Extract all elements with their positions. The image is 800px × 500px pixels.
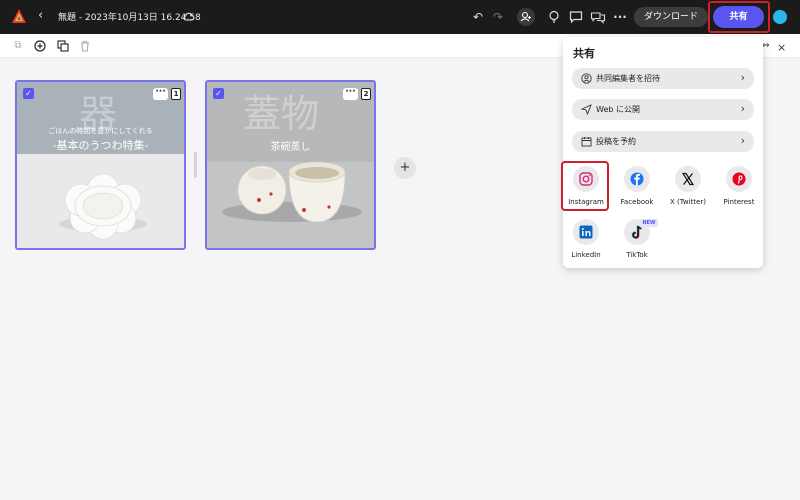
- flower-plate-image: [17, 154, 184, 248]
- lightbulb-icon[interactable]: [546, 9, 562, 25]
- page-2-number: 2: [361, 88, 371, 100]
- chevron-right-icon: ›: [740, 134, 745, 147]
- x-twitter-button[interactable]: X (Twitter): [663, 166, 711, 214]
- invite-person-icon: [520, 11, 531, 22]
- calendar-icon: [581, 137, 592, 147]
- page-1-number: 1: [171, 88, 181, 100]
- invite-collaborators-row[interactable]: 共同編集者を招待 ›: [572, 68, 754, 89]
- share-panel-title: 共有: [573, 47, 595, 60]
- facebook-button[interactable]: Facebook: [612, 166, 660, 214]
- back-chevron-icon[interactable]: ‹: [38, 8, 43, 24]
- invite-person-button[interactable]: [517, 8, 535, 26]
- page-thumbnail-2[interactable]: 蓋物 茶碗蒸し ✓ ··· 2: [205, 80, 376, 250]
- schedule-post-label: 投稿を予約: [596, 137, 636, 146]
- collaborate-icon[interactable]: [590, 9, 606, 25]
- comment-icon[interactable]: [568, 9, 584, 25]
- x-twitter-icon: [675, 166, 701, 192]
- redo-icon[interactable]: ↷: [490, 9, 506, 25]
- linkedin-button[interactable]: LinkedIn: [561, 219, 609, 267]
- publish-web-label: Web に公開: [596, 105, 640, 114]
- pinterest-icon: [726, 166, 752, 192]
- instagram-highlight: [561, 161, 609, 211]
- panel-nav-icon[interactable]: ⇔: [762, 41, 770, 51]
- invite-collaborators-label: 共同編集者を招待: [596, 74, 660, 83]
- download-button[interactable]: ダウンロード: [634, 7, 708, 27]
- share-button-highlight: [708, 1, 770, 33]
- document-title[interactable]: 無題 - 2023年10月13日 16.24.58: [58, 10, 201, 23]
- page-1-more-icon[interactable]: ···: [153, 88, 168, 100]
- cloud-sync-icon[interactable]: [182, 10, 195, 23]
- adobe-express-logo-icon[interactable]: [11, 8, 27, 24]
- page-1-heading: -基本のうつわ特集-: [52, 139, 149, 152]
- linkedin-icon: [573, 219, 599, 245]
- chevron-right-icon: ›: [740, 102, 745, 115]
- tiktok-label: TikTok: [626, 251, 648, 259]
- page-2-more-icon[interactable]: ···: [343, 88, 358, 100]
- pinterest-button[interactable]: Pinterest: [714, 166, 762, 214]
- chevron-right-icon: ›: [740, 71, 745, 84]
- publish-web-row[interactable]: Web に公開 ›: [572, 99, 754, 120]
- schedule-post-row[interactable]: 投稿を予約 ›: [572, 131, 754, 152]
- copy-page-icon[interactable]: [57, 40, 69, 52]
- add-page-button[interactable]: +: [394, 157, 416, 179]
- page-1-subtitle: ごはんの時間を豊かにしてくれる: [48, 127, 153, 135]
- invite-icon: [581, 73, 592, 84]
- page-2-checkbox[interactable]: ✓: [213, 88, 224, 99]
- new-badge: NEW: [640, 219, 658, 227]
- page-2-heading: 茶碗蒸し: [270, 142, 311, 153]
- undo-icon[interactable]: ↶: [470, 9, 486, 25]
- user-avatar[interactable]: [773, 10, 787, 24]
- add-page-icon[interactable]: [34, 40, 46, 52]
- page-1-checkbox[interactable]: ✓: [23, 88, 34, 99]
- page-2-kanji: 蓋物: [243, 92, 320, 136]
- trash-icon[interactable]: [79, 40, 91, 52]
- close-icon[interactable]: ×: [777, 41, 786, 54]
- page-1-photo: [17, 154, 184, 248]
- more-icon[interactable]: ···: [612, 9, 628, 25]
- send-icon: [581, 104, 592, 115]
- pinterest-label: Pinterest: [723, 198, 755, 206]
- resize-handle[interactable]: [194, 152, 197, 178]
- facebook-icon: [624, 166, 650, 192]
- page-thumbnail-1[interactable]: 器 ごはんの時間を豊かにしてくれる -基本のうつわ特集- ✓ ··· 1: [15, 80, 186, 250]
- duplicate-page-icon[interactable]: ⧉: [12, 40, 24, 52]
- top-bar: ‹ 無題 - 2023年10月13日 16.24.58 ↶ ↷ ··· ダウンロ…: [0, 0, 800, 34]
